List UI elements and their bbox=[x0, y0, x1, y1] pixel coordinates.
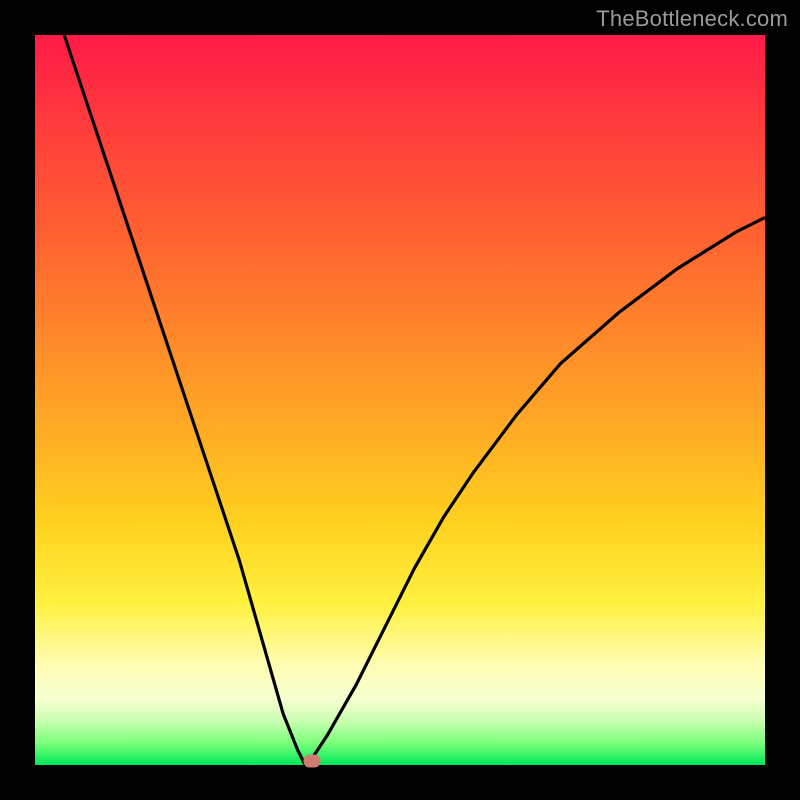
curve-path bbox=[64, 35, 765, 765]
plot-area bbox=[35, 35, 765, 765]
optimal-point-marker bbox=[304, 755, 321, 768]
bottleneck-curve bbox=[35, 35, 765, 765]
chart-frame: TheBottleneck.com bbox=[0, 0, 800, 800]
watermark-text: TheBottleneck.com bbox=[596, 6, 788, 32]
